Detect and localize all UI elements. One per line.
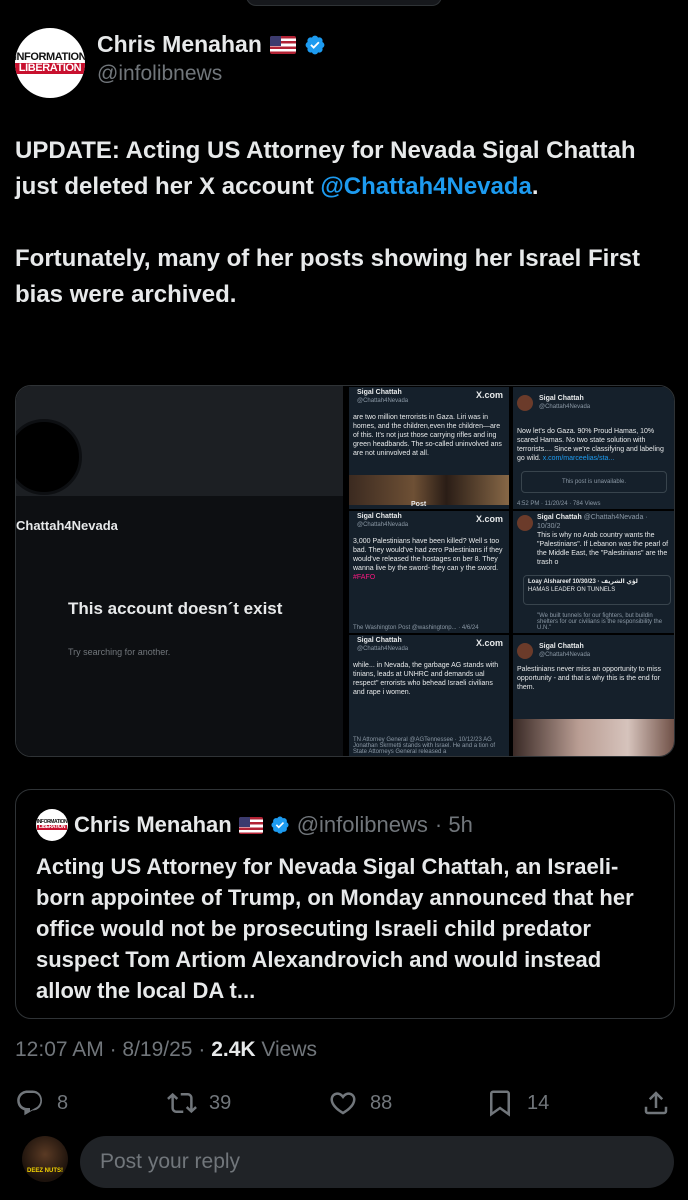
meta-separator: · bbox=[198, 1038, 206, 1061]
post-label: Post bbox=[411, 501, 427, 508]
deleted-handle: Chattah4Nevada bbox=[16, 518, 118, 533]
post-footer: 4:52 PM · 11/20/24 · 784 Views bbox=[517, 501, 601, 507]
post-author: Sigal Chattah bbox=[539, 395, 584, 402]
bookmark-button[interactable]: 14 bbox=[485, 1088, 549, 1118]
bookmark-count: 14 bbox=[527, 1091, 550, 1114]
archived-post-3[interactable]: Sigal Chattah @Chattah4Nevada X.com 3,00… bbox=[348, 510, 510, 634]
mention-link[interactable]: @Chattah4Nevada bbox=[320, 173, 531, 200]
meta-separator: · bbox=[109, 1038, 117, 1061]
action-bar: 8 39 88 14 bbox=[15, 1088, 675, 1122]
tweet-period: . bbox=[531, 173, 539, 200]
post-body: are two million terrorists in Gaza. Liri… bbox=[353, 414, 502, 457]
tweet-media[interactable]: Chattah4Nevada This account doesn´t exis… bbox=[15, 385, 675, 757]
post-body: Now let's do Gaza. 90% Proud Hamas, 10% … bbox=[517, 428, 664, 462]
bookmark-icon bbox=[490, 1090, 510, 1117]
repost-icon bbox=[167, 1092, 197, 1114]
post-photo bbox=[349, 475, 509, 505]
post-author: Sigal Chattah bbox=[357, 637, 402, 644]
reply-icon bbox=[17, 1090, 43, 1116]
views-label: Views bbox=[261, 1038, 318, 1061]
post-body: Palestinians never miss an opportunity t… bbox=[517, 666, 661, 691]
tweet-text: UPDATE: Acting US Attorney for Nevada Si… bbox=[15, 133, 675, 313]
archived-post-5[interactable]: Sigal Chattah @Chattah4Nevada X.com whil… bbox=[348, 634, 510, 756]
quoted-time: · 5h bbox=[434, 812, 473, 837]
post-footer: "We built tunnels for our fighters, but … bbox=[537, 613, 663, 631]
post-handle: @Chattah4Nevada bbox=[539, 404, 591, 410]
reply-button[interactable]: 8 bbox=[15, 1088, 68, 1118]
x-logo: X.com bbox=[475, 638, 503, 648]
like-count: 88 bbox=[370, 1091, 393, 1114]
dynamic-island bbox=[246, 0, 442, 6]
tweet-date: 8/19/25 bbox=[122, 1038, 193, 1061]
author-handle[interactable]: @infolibnews bbox=[97, 62, 222, 86]
post-handle: @Chattah4Nevada bbox=[539, 652, 591, 658]
heart-icon bbox=[330, 1092, 356, 1115]
x-logo: X.com bbox=[475, 514, 503, 524]
logo-icon: INFORMATION LIBERATION bbox=[36, 819, 68, 830]
post-photo bbox=[513, 719, 674, 756]
reply-composer: DEEZ NUTS! Post your reply bbox=[0, 1136, 688, 1200]
quoted-text: Acting US Attorney for Nevada Sigal Chat… bbox=[36, 854, 634, 1003]
quoted-author-handle[interactable]: @infolibnews bbox=[297, 812, 428, 838]
post-author: Sigal Chattah bbox=[539, 643, 584, 650]
post-handle: @Chattah4Nevada bbox=[357, 522, 409, 528]
archived-post-2[interactable]: Sigal Chattah @Chattah4Nevada Now let's … bbox=[512, 386, 674, 510]
quoted-author-name[interactable]: Chris Menahan bbox=[74, 812, 232, 838]
quoted-post: Loay Alshareef لؤي الشريف · 10/30/23 HAM… bbox=[523, 575, 671, 605]
post-author: Sigal Chattah bbox=[357, 513, 402, 520]
post-body: 3,000 Palestinians have been killed? Wel… bbox=[353, 538, 503, 581]
post-body: Sigal Chattah @Chattah4Nevada · 10/30/2 … bbox=[537, 514, 669, 566]
like-button[interactable]: 88 bbox=[328, 1088, 392, 1118]
share-icon bbox=[644, 1091, 668, 1115]
avatar-caption: DEEZ NUTS! bbox=[27, 1168, 63, 1174]
post-handle: @Chattah4Nevada bbox=[357, 646, 409, 652]
post-body: while... in Nevada, the garbage AG stand… bbox=[353, 662, 499, 696]
post-footer: The Washington Post @washingtonp... · 4/… bbox=[353, 625, 479, 631]
tweet-header: INFORMATION LIBERATION Chris Menahan @in… bbox=[15, 28, 675, 98]
post-avatar bbox=[517, 395, 533, 411]
quoted-author-avatar[interactable]: INFORMATION LIBERATION bbox=[36, 809, 68, 841]
share-button[interactable] bbox=[641, 1088, 671, 1118]
archived-post-1[interactable]: Sigal Chattah @Chattah4Nevada X.com are … bbox=[348, 386, 510, 510]
post-avatar bbox=[517, 643, 533, 659]
views-count[interactable]: 2.4K bbox=[211, 1038, 255, 1061]
deleted-profile-screenshot[interactable]: Chattah4Nevada This account doesn´t exis… bbox=[16, 386, 343, 756]
logo-icon: INFORMATION LIBERATION bbox=[15, 51, 85, 74]
post-handle: @Chattah4Nevada bbox=[357, 398, 409, 404]
archived-post-4[interactable]: Sigal Chattah @Chattah4Nevada · 10/30/2 … bbox=[512, 510, 674, 634]
author-name-row[interactable]: Chris Menahan bbox=[97, 31, 326, 58]
repost-count: 39 bbox=[209, 1091, 232, 1114]
quoted-tweet[interactable]: INFORMATION LIBERATION Chris Menahan @in… bbox=[15, 789, 675, 1019]
reply-input[interactable]: Post your reply bbox=[80, 1136, 674, 1188]
post-author: Sigal Chattah bbox=[357, 389, 402, 396]
tweet-line2: Fortunately, many of her posts showing h… bbox=[15, 245, 641, 308]
repost-button[interactable]: 39 bbox=[167, 1088, 231, 1118]
us-flag-icon bbox=[238, 816, 263, 834]
x-logo: X.com bbox=[475, 390, 503, 400]
author-name[interactable]: Chris Menahan bbox=[97, 31, 262, 58]
tweet-meta: 12:07 AM · 8/19/25 · 2.4K Views bbox=[15, 1038, 317, 1062]
verified-badge-icon bbox=[305, 35, 325, 54]
author-avatar[interactable]: INFORMATION LIBERATION bbox=[15, 28, 85, 98]
us-flag-icon bbox=[269, 35, 296, 54]
unavailable-notice: This post is unavailable. bbox=[521, 471, 667, 493]
archived-posts-grid[interactable]: Sigal Chattah @Chattah4Nevada X.com are … bbox=[348, 386, 674, 756]
post-avatar bbox=[517, 515, 533, 531]
post-footer: TN Attorney General @AGTennessee · 10/12… bbox=[353, 737, 496, 755]
tweet-time: 12:07 AM bbox=[15, 1038, 104, 1061]
verified-badge-icon bbox=[271, 816, 289, 834]
user-avatar[interactable]: DEEZ NUTS! bbox=[22, 1136, 68, 1182]
archived-post-6[interactable]: Sigal Chattah @Chattah4Nevada Palestinia… bbox=[512, 634, 674, 756]
account-missing-title: This account doesn´t exist bbox=[68, 599, 283, 618]
reply-count: 8 bbox=[57, 1091, 69, 1114]
account-missing-subtitle: Try searching for another. bbox=[68, 647, 171, 657]
quoted-author-row: Chris Menahan @infolibnews · 5h bbox=[74, 812, 473, 838]
